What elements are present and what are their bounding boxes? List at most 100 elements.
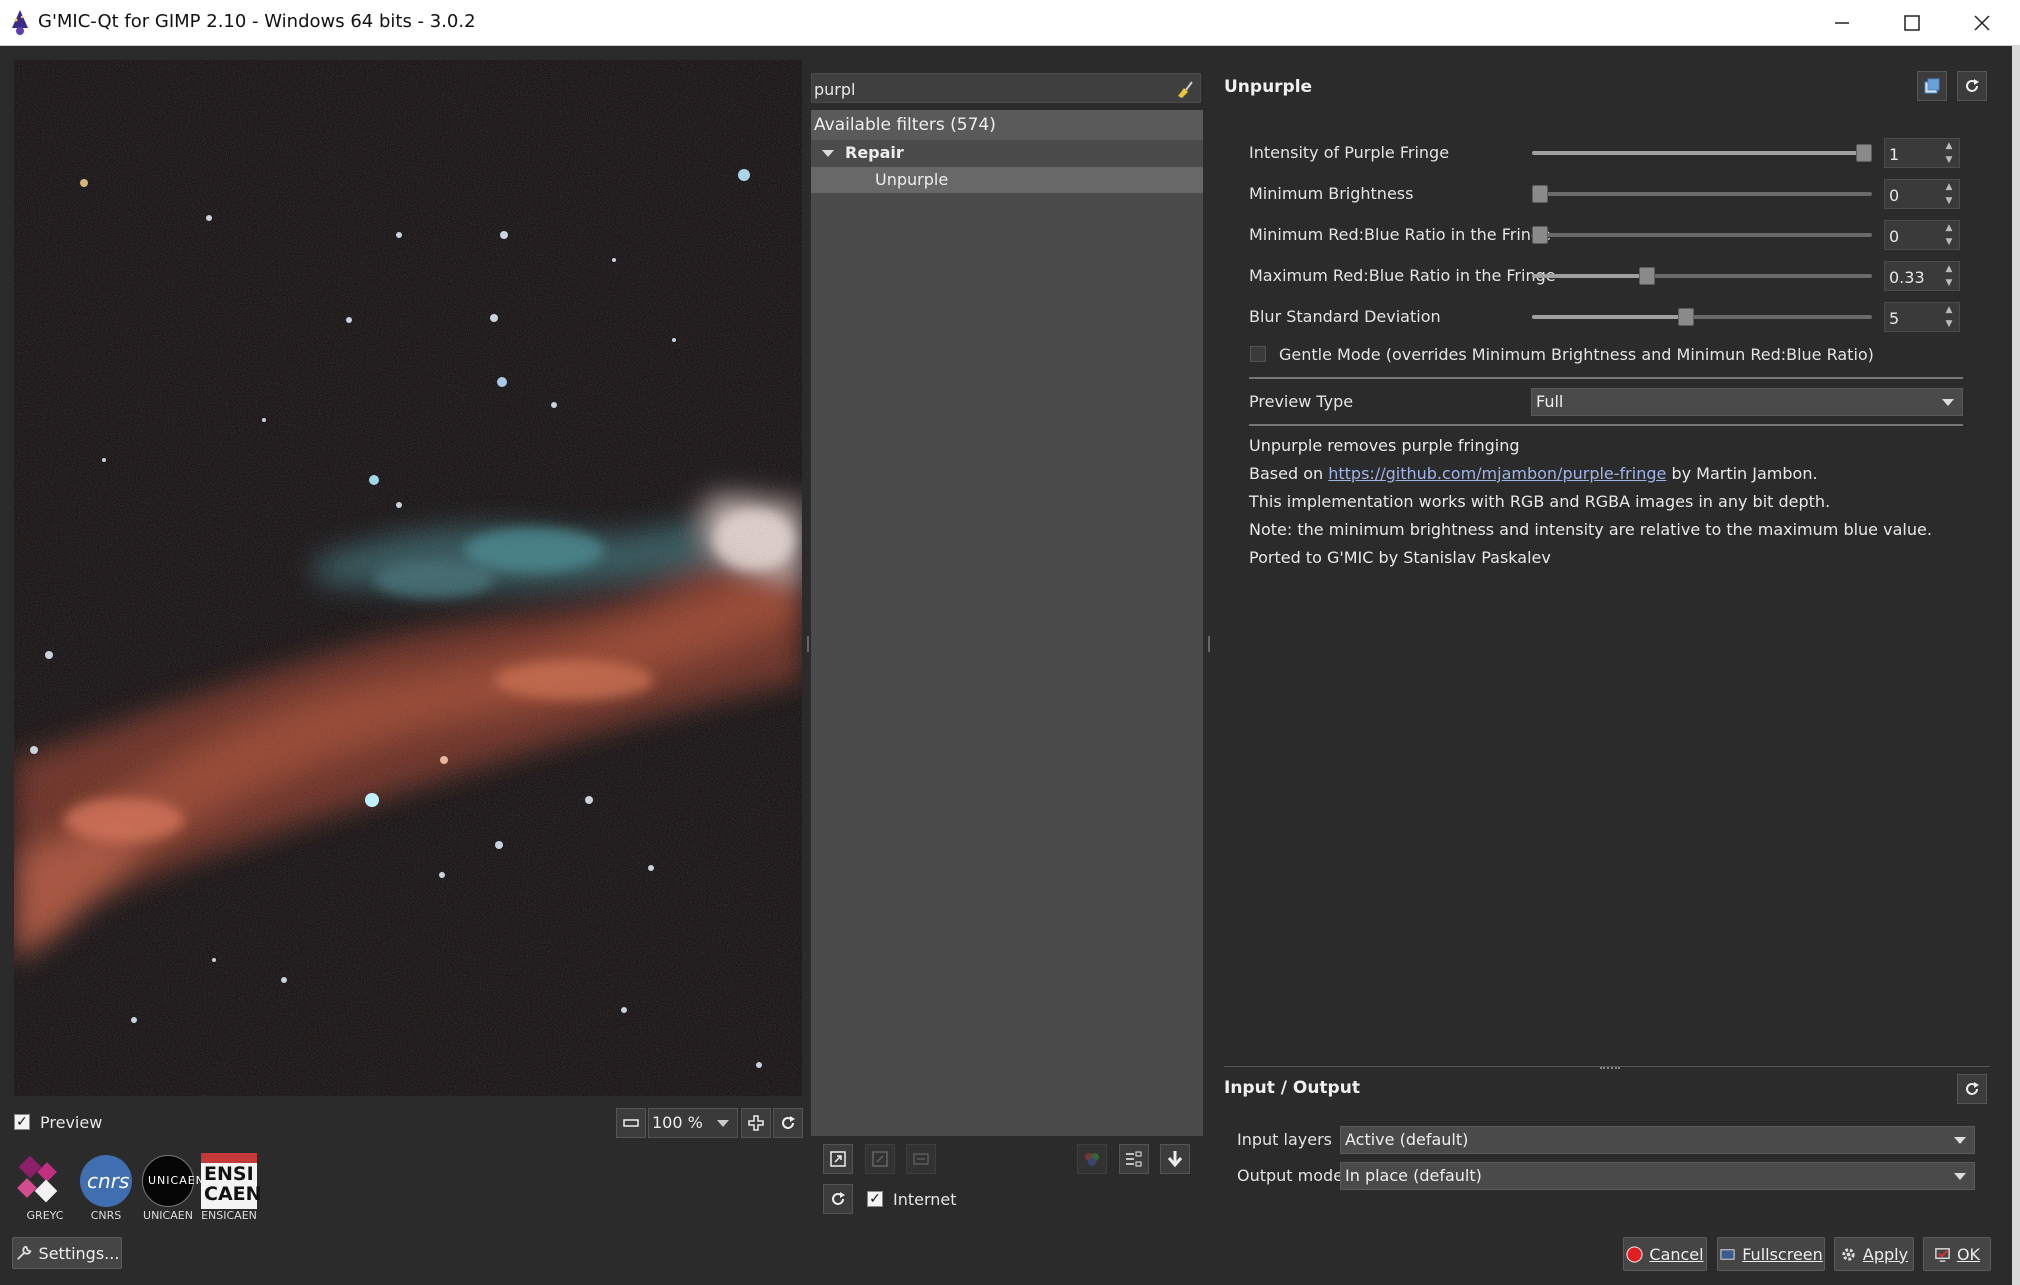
- io-reset-button[interactable]: [1957, 1074, 1987, 1104]
- clear-search-icon[interactable]: [1174, 78, 1196, 100]
- expand-all-button[interactable]: [1160, 1144, 1190, 1174]
- spinbox-input[interactable]: [1885, 180, 1939, 210]
- zoom-in-button[interactable]: [741, 1108, 771, 1138]
- rename-icon: [913, 1153, 929, 1165]
- separator: [1249, 424, 1963, 426]
- github-link[interactable]: https://github.com/mjambon/purple-fringe: [1328, 464, 1666, 483]
- copy-to-clipboard-button[interactable]: [1917, 71, 1947, 101]
- tree-category-label: Repair: [845, 143, 904, 162]
- refresh-icon: [1966, 79, 1979, 92]
- separator: [1249, 377, 1963, 379]
- ok-button[interactable]: OK: [1923, 1237, 1991, 1271]
- spinbox-input[interactable]: [1885, 262, 1939, 292]
- cancel-button[interactable]: Cancel: [1623, 1237, 1707, 1271]
- filter-title: Unpurple: [1224, 77, 1313, 97]
- spinbox-min-ratio[interactable]: ▲▼: [1884, 220, 1960, 251]
- apply-label: Apply: [1862, 1244, 1909, 1264]
- filter-tree[interactable]: Available filters (574) Repair Unpurple: [811, 110, 1203, 1136]
- splitter-handle[interactable]: [807, 636, 809, 652]
- description-line: Ported to G'MIC by Stanislav Paskalev: [1249, 548, 1551, 567]
- preview-image[interactable]: [14, 60, 802, 1096]
- zoom-out-button[interactable]: [616, 1108, 646, 1138]
- update-filters-button[interactable]: [823, 1184, 853, 1214]
- remove-favorite-icon: [872, 1151, 888, 1167]
- preview-checkbox[interactable]: ✓: [14, 1114, 30, 1130]
- zoom-combo[interactable]: 100 %: [648, 1108, 738, 1138]
- greyc-logo-label: GREYC: [26, 1209, 64, 1222]
- color-palette-button[interactable]: [1077, 1144, 1107, 1174]
- expand-arrow-icon[interactable]: [822, 150, 834, 157]
- slider-min-brightness[interactable]: [1532, 192, 1872, 196]
- spinbox-input[interactable]: [1885, 303, 1939, 333]
- add-favorite-icon: [830, 1151, 846, 1167]
- input-layers-value: Active (default): [1345, 1130, 1469, 1149]
- slider-handle-max-ratio[interactable]: [1638, 267, 1655, 285]
- fullscreen-label: Fullscreen: [1742, 1244, 1823, 1264]
- splitter-handle-right[interactable]: [1208, 636, 1210, 652]
- preview-type-combo[interactable]: Full: [1531, 388, 1963, 416]
- filter-search-field[interactable]: [811, 73, 1201, 104]
- slider-fill: [1532, 315, 1685, 319]
- spin-arrows-icon[interactable]: ▲ ▼: [1939, 221, 1959, 249]
- spinbox-input[interactable]: [1885, 221, 1939, 251]
- filter-tree-header: Available filters (574): [811, 110, 1203, 140]
- window-title: G'MIC-Qt for GIMP 2.10 - Windows 64 bits…: [38, 11, 476, 32]
- slider-handle-min-ratio[interactable]: [1532, 226, 1548, 244]
- slider-handle-blur[interactable]: [1677, 308, 1694, 326]
- chevron-down-icon: [1942, 399, 1954, 406]
- spinbox-max-ratio[interactable]: ▲▼: [1884, 261, 1960, 292]
- spin-arrows-icon[interactable]: ▲ ▼: [1939, 303, 1959, 331]
- slider-handle-intensity[interactable]: [1856, 144, 1872, 162]
- spin-arrows-icon[interactable]: ▲ ▼: [1939, 262, 1959, 290]
- description-suffix: by Martin Jambon.: [1671, 464, 1818, 483]
- minimize-button[interactable]: [1807, 0, 1877, 45]
- spinbox-min-brightness[interactable]: ▲▼: [1884, 179, 1960, 210]
- input-layers-combo[interactable]: Active (default): [1340, 1126, 1975, 1154]
- maximize-icon: [1904, 14, 1920, 31]
- param-label-min-ratio: Minimum Red:Blue Ratio in the Fringe: [1249, 225, 1551, 244]
- spinbox-intensity[interactable]: ▲▼: [1884, 138, 1960, 169]
- tree-category-repair[interactable]: Repair: [811, 140, 1203, 166]
- remove-favorite-button[interactable]: [865, 1144, 895, 1174]
- slider-max-ratio[interactable]: [1532, 274, 1872, 278]
- cancel-label: Cancel: [1649, 1244, 1704, 1264]
- gear-icon: [1842, 1247, 1855, 1261]
- input-layers-label: Input layers: [1237, 1130, 1332, 1149]
- preview-type-value: Full: [1536, 392, 1564, 411]
- search-input[interactable]: [812, 74, 1156, 104]
- output-mode-value: In place (default): [1345, 1166, 1482, 1185]
- gentle-mode-checkbox[interactable]: [1250, 346, 1266, 362]
- select-filters-button[interactable]: [1119, 1144, 1149, 1174]
- internet-checkbox[interactable]: ✓: [867, 1191, 883, 1207]
- reset-params-button[interactable]: [1957, 71, 1987, 101]
- spinbox-blur[interactable]: ▲▼: [1884, 302, 1960, 333]
- add-favorite-button[interactable]: [823, 1144, 853, 1174]
- ok-icon: [1935, 1247, 1950, 1262]
- output-mode-label: Output mode: [1237, 1166, 1344, 1185]
- zoom-out-icon: [623, 1119, 639, 1127]
- description-credit-line: Based on https://github.com/mjambon/purp…: [1249, 464, 1818, 483]
- reset-zoom-button[interactable]: [773, 1108, 803, 1138]
- ensicaen-logo-label: ENSICAEN: [201, 1209, 257, 1222]
- slider-intensity[interactable]: [1532, 151, 1872, 155]
- spin-arrows-icon[interactable]: ▲ ▼: [1939, 180, 1959, 208]
- close-button[interactable]: [1947, 0, 2017, 45]
- zoom-value: 100 %: [652, 1113, 703, 1132]
- chevron-down-icon: [1954, 1173, 1966, 1180]
- settings-button[interactable]: Settings...: [12, 1237, 122, 1269]
- slider-min-ratio[interactable]: [1532, 233, 1872, 237]
- refresh-icon: [1966, 1082, 1979, 1095]
- apply-button[interactable]: Apply: [1834, 1237, 1914, 1271]
- output-mode-combo[interactable]: In place (default): [1340, 1162, 1975, 1190]
- resize-grip[interactable]: [1600, 1067, 1620, 1073]
- spinbox-input[interactable]: [1885, 139, 1939, 169]
- fullscreen-button[interactable]: Fullscreen: [1717, 1237, 1825, 1271]
- maximize-button[interactable]: [1877, 0, 1947, 45]
- slider-handle-min-brightness[interactable]: [1532, 185, 1548, 203]
- slider-blur[interactable]: [1532, 315, 1872, 319]
- tree-item-label: Unpurple: [875, 170, 949, 189]
- spin-arrows-icon[interactable]: ▲ ▼: [1939, 139, 1959, 167]
- rename-favorite-button[interactable]: [906, 1144, 936, 1174]
- gmic-wizard-icon: [7, 9, 33, 35]
- tree-item-unpurple[interactable]: Unpurple: [811, 167, 1203, 193]
